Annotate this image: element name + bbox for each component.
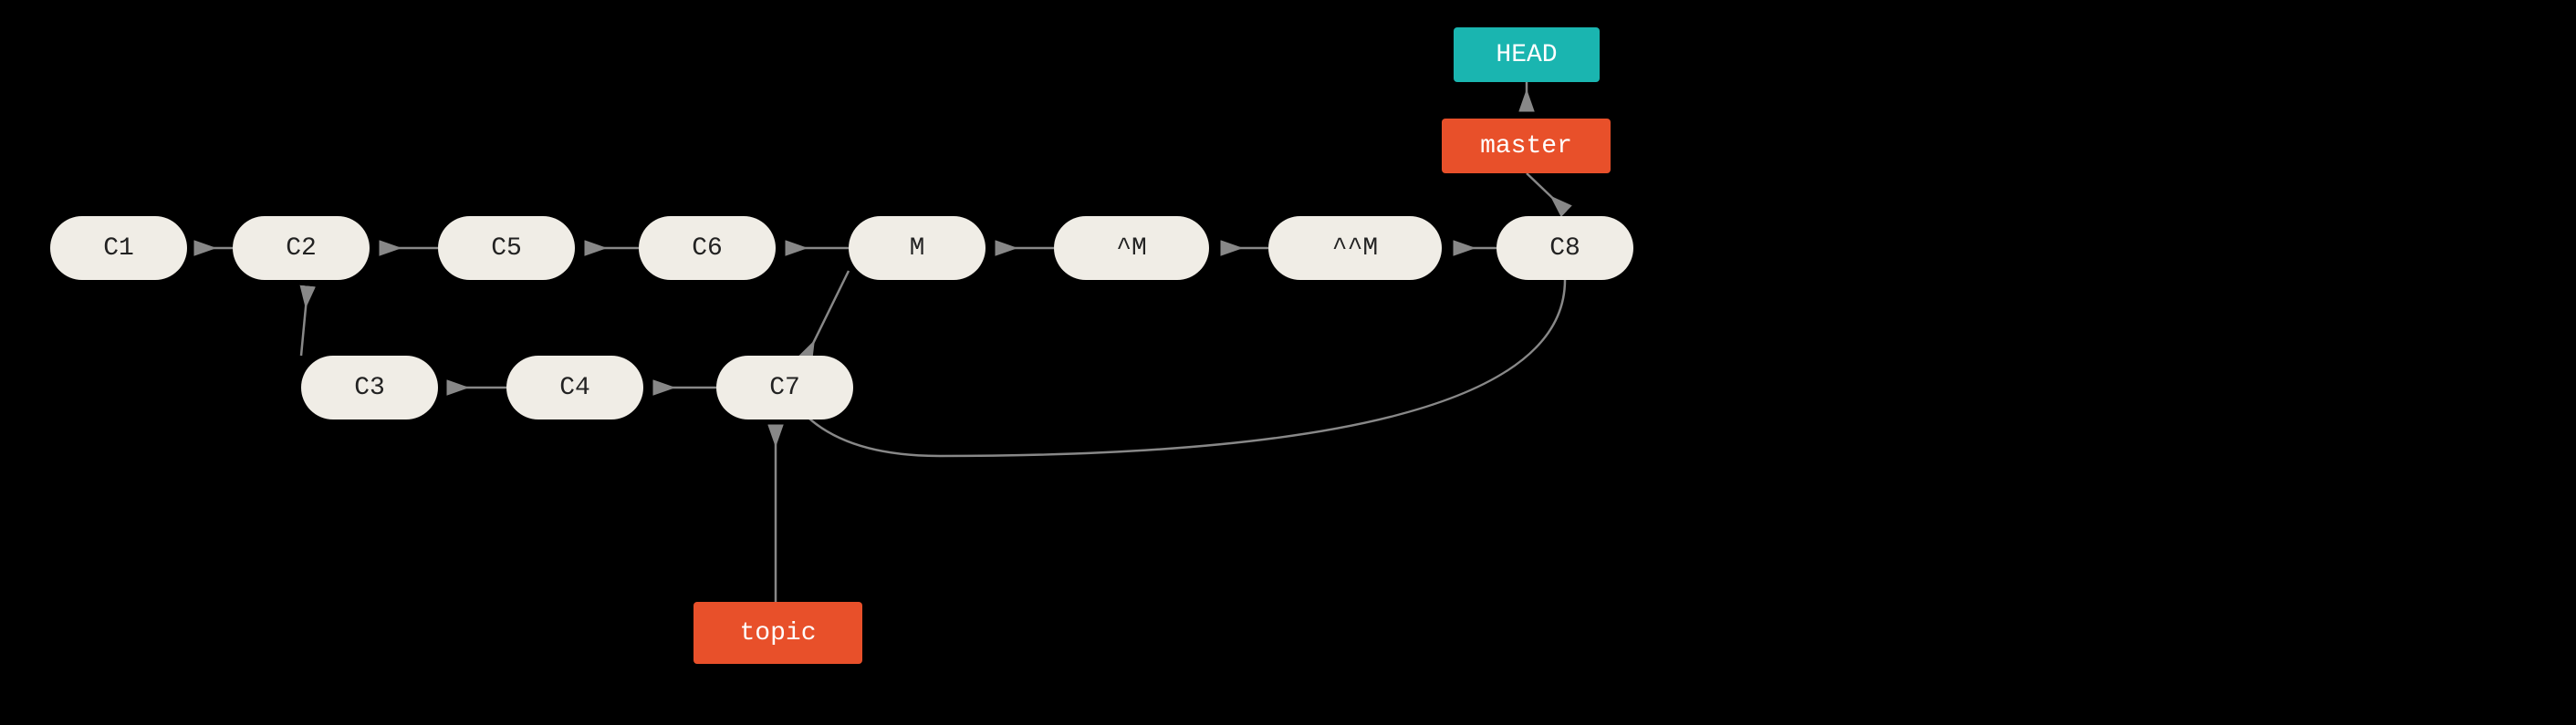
node-hhatm: ^^M — [1268, 216, 1442, 280]
node-c4: C4 — [506, 356, 643, 419]
node-m: M — [849, 216, 986, 280]
node-c5: C5 — [438, 216, 575, 280]
node-c6: C6 — [639, 216, 776, 280]
topic-label: topic — [694, 602, 862, 664]
head-label: HEAD — [1454, 27, 1600, 82]
node-c2: C2 — [233, 216, 370, 280]
node-c8: C8 — [1497, 216, 1633, 280]
node-c7: C7 — [716, 356, 853, 419]
node-c1: C1 — [50, 216, 187, 280]
node-c3: C3 — [301, 356, 438, 419]
diagram-container: C1 C2 C5 C6 M ^M ^^M C8 C3 C4 C7 HEAD ma… — [0, 0, 2576, 725]
node-hatm: ^M — [1054, 216, 1209, 280]
master-label: master — [1442, 119, 1611, 173]
